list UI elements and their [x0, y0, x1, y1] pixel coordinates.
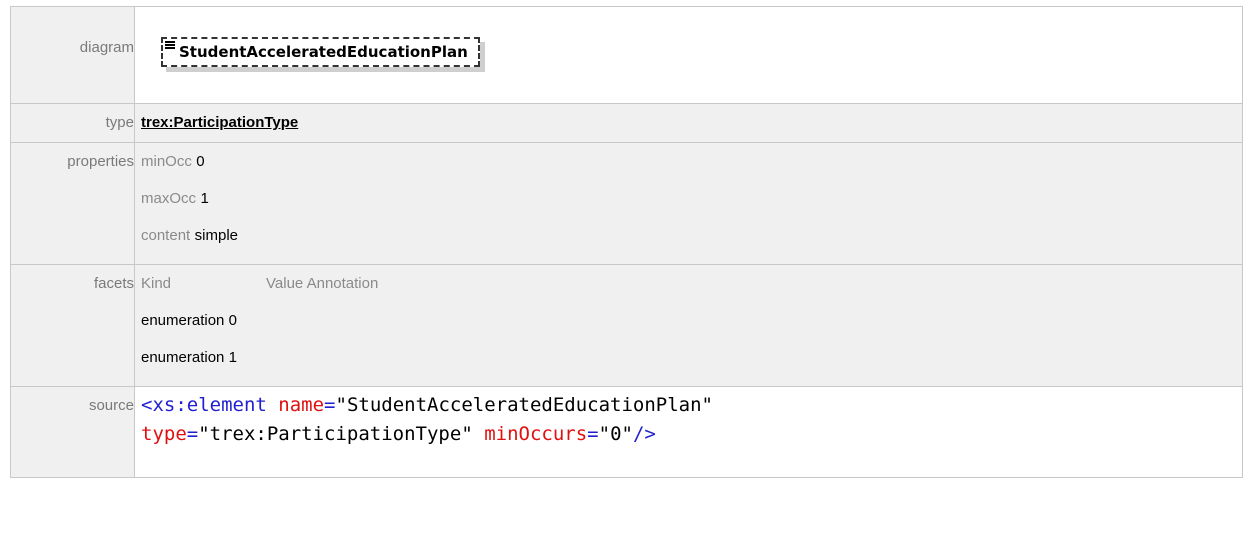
property-value: simple	[194, 227, 239, 244]
property-key: maxOcc	[141, 190, 197, 207]
element-doc-table: diagram StudentAcceleratedEducationPlan …	[10, 6, 1243, 478]
property-value: 0	[196, 153, 205, 170]
element-list-icon	[165, 41, 175, 49]
source-cell: <xs:element name="StudentAcceleratedEduc…	[134, 386, 1243, 478]
code-tag-close: />	[632, 423, 656, 445]
properties-cell: minOcc 0 maxOcc 1 content simple	[134, 142, 1243, 265]
type-row: type trex:ParticipationType	[10, 103, 1243, 143]
code-eq: =	[587, 423, 599, 445]
property-key: minOcc	[141, 153, 192, 170]
property-maxocc: maxOcc 1	[135, 180, 1242, 217]
facet-row: enumeration 1	[135, 339, 1242, 376]
code-tag-open: <xs:element	[141, 394, 279, 416]
properties-row: properties minOcc 0 maxOcc 1 content sim…	[10, 142, 1243, 265]
facet-value: 0	[228, 312, 237, 329]
code-attr-name: name	[278, 394, 325, 416]
property-minocc: minOcc 0	[135, 143, 1242, 180]
code-eq: =	[186, 423, 199, 445]
source-code: <xs:element name="StudentAcceleratedEduc…	[135, 387, 1242, 449]
type-label: type	[10, 103, 135, 143]
facets-row: facets Kind Value Annotation enumeration …	[10, 264, 1243, 387]
code-eq: =	[324, 394, 336, 416]
diagram-element-name: StudentAcceleratedEducationPlan	[179, 43, 468, 61]
facet-value: 1	[228, 349, 237, 366]
code-attr-type: type	[141, 423, 187, 445]
diagram-label: diagram	[10, 6, 135, 104]
type-link[interactable]: trex:ParticipationType	[141, 114, 298, 131]
diagram-cell: StudentAcceleratedEducationPlan	[134, 6, 1243, 104]
facets-header: Kind Value Annotation	[135, 265, 1242, 302]
property-content: content simple	[135, 217, 1242, 254]
property-value: 1	[200, 190, 209, 207]
facet-kind: enumeration	[141, 312, 225, 329]
code-str-name: "StudentAcceleratedEducationPlan"	[335, 394, 714, 416]
code-attr-minoccurs: minOccurs	[484, 423, 588, 445]
code-str-type: "trex:ParticipationType"	[198, 423, 473, 445]
code-str-minoccurs: "0"	[598, 423, 633, 445]
source-label: source	[10, 386, 135, 478]
facets-header-kind: Kind	[141, 275, 172, 292]
facets-cell: Kind Value Annotation enumeration 0 enume…	[134, 264, 1243, 387]
diagram-row: diagram StudentAcceleratedEducationPlan	[10, 6, 1243, 104]
element-diagram-box[interactable]: StudentAcceleratedEducationPlan	[161, 37, 480, 67]
facet-row: enumeration 0	[135, 302, 1242, 339]
properties-label: properties	[10, 142, 135, 265]
property-key: content	[141, 227, 191, 244]
type-cell: trex:ParticipationType	[134, 103, 1243, 143]
facet-kind: enumeration	[141, 349, 225, 366]
facets-header-value-annotation: Value Annotation	[266, 275, 379, 292]
facets-label: facets	[10, 264, 135, 387]
source-row: source <xs:element name="StudentAccelera…	[10, 386, 1243, 478]
